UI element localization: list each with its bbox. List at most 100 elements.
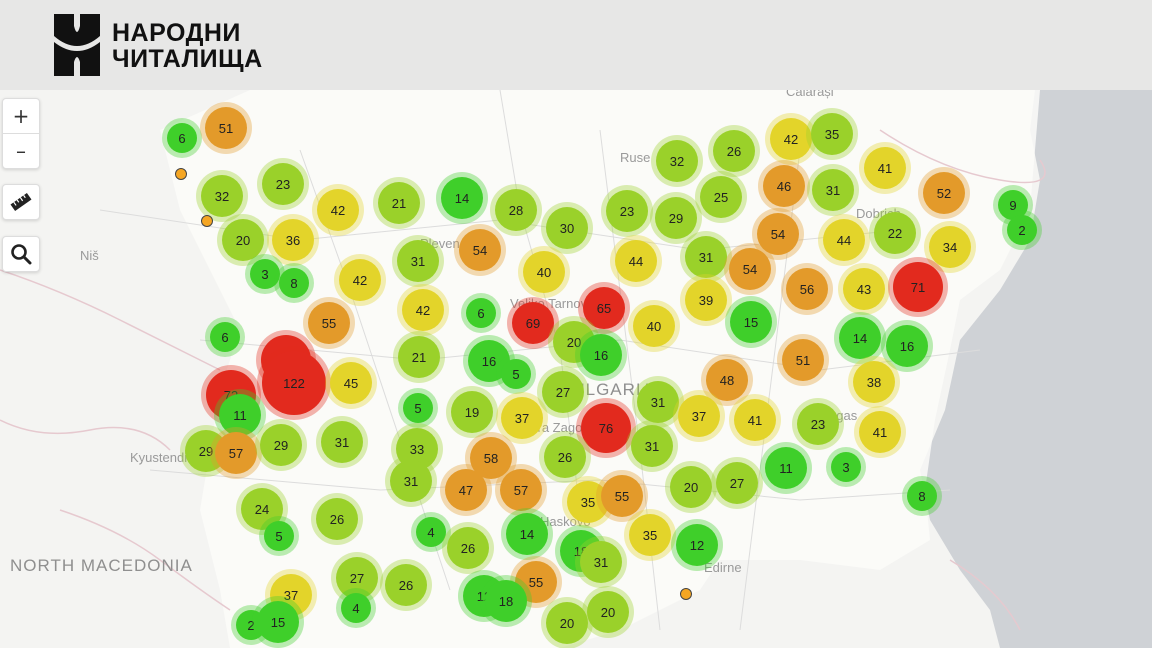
cluster-marker[interactable]: 18 [485, 580, 527, 622]
cluster-marker[interactable]: 23 [606, 190, 648, 232]
cluster-marker[interactable]: 5 [403, 393, 433, 423]
cluster-marker[interactable]: 20 [670, 466, 712, 508]
cluster-marker[interactable]: 40 [523, 251, 565, 293]
cluster-marker[interactable]: 31 [631, 425, 673, 467]
cluster-marker[interactable]: 14 [839, 317, 881, 359]
cluster-marker[interactable]: 23 [262, 163, 304, 205]
cluster-marker[interactable]: 35 [629, 514, 671, 556]
cluster-marker[interactable]: 8 [907, 481, 937, 511]
cluster-marker[interactable]: 5 [264, 521, 294, 551]
cluster-marker[interactable]: 28 [495, 189, 537, 231]
zoom-in-button[interactable]: + [3, 99, 39, 134]
cluster-marker[interactable]: 19 [451, 391, 493, 433]
cluster-marker[interactable]: 44 [823, 219, 865, 261]
cluster-marker[interactable]: 39 [685, 279, 727, 321]
cluster-marker[interactable]: 12 [676, 524, 718, 566]
cluster-marker[interactable]: 15 [730, 301, 772, 343]
cluster-marker[interactable]: 26 [316, 498, 358, 540]
cluster-marker[interactable]: 5 [501, 359, 531, 389]
cluster-marker[interactable]: 32 [656, 140, 698, 182]
cluster-marker[interactable]: 26 [713, 130, 755, 172]
cluster-marker[interactable]: 32 [201, 175, 243, 217]
cluster-marker[interactable]: 31 [812, 169, 854, 211]
cluster-marker[interactable]: 55 [308, 302, 350, 344]
cluster-marker[interactable]: 35 [811, 113, 853, 155]
cluster-marker[interactable]: 29 [260, 424, 302, 466]
cluster-marker[interactable]: 30 [546, 207, 588, 249]
cluster-marker[interactable]: 14 [441, 177, 483, 219]
cluster-marker[interactable]: 57 [215, 432, 257, 474]
cluster-marker[interactable]: 27 [542, 371, 584, 413]
cluster-marker[interactable]: 51 [782, 339, 824, 381]
cluster-marker[interactable]: 26 [447, 527, 489, 569]
cluster-marker[interactable]: 3 [831, 452, 861, 482]
cluster-marker[interactable]: 20 [222, 219, 264, 261]
poi-marker[interactable] [680, 588, 692, 600]
cluster-marker[interactable]: 20 [587, 591, 629, 633]
cluster-marker[interactable]: 54 [757, 213, 799, 255]
cluster-marker[interactable]: 15 [257, 601, 299, 643]
cluster-marker[interactable]: 54 [729, 248, 771, 290]
cluster-marker[interactable]: 51 [205, 107, 247, 149]
cluster-marker[interactable]: 34 [929, 226, 971, 268]
cluster-marker[interactable]: 37 [678, 395, 720, 437]
cluster-marker[interactable]: 22 [874, 212, 916, 254]
cluster-marker[interactable]: 45 [330, 362, 372, 404]
cluster-marker[interactable]: 42 [339, 259, 381, 301]
cluster-marker[interactable]: 31 [390, 460, 432, 502]
cluster-marker[interactable]: 21 [398, 336, 440, 378]
cluster-marker[interactable]: 4 [416, 517, 446, 547]
cluster-marker[interactable]: 57 [500, 469, 542, 511]
zoom-out-button[interactable]: – [3, 134, 39, 168]
cluster-marker[interactable]: 4 [341, 593, 371, 623]
cluster-marker[interactable]: 11 [219, 394, 261, 436]
cluster-marker[interactable]: 14 [506, 513, 548, 555]
cluster-marker[interactable]: 31 [637, 381, 679, 423]
ruler-icon[interactable] [3, 185, 39, 219]
cluster-marker[interactable]: 16 [580, 334, 622, 376]
poi-marker[interactable] [175, 168, 187, 180]
cluster-marker[interactable]: 6 [466, 298, 496, 328]
cluster-marker[interactable]: 71 [893, 262, 943, 312]
brand-logo[interactable]: НАРОДНИ ЧИТАЛИЩА [52, 12, 272, 78]
search-icon[interactable] [3, 237, 39, 271]
cluster-marker[interactable]: 69 [512, 302, 554, 344]
cluster-marker[interactable]: 42 [402, 289, 444, 331]
cluster-marker[interactable]: 52 [923, 172, 965, 214]
cluster-marker[interactable]: 27 [716, 462, 758, 504]
cluster-marker[interactable]: 55 [601, 475, 643, 517]
cluster-marker[interactable]: 38 [853, 361, 895, 403]
cluster-marker[interactable]: 37 [501, 397, 543, 439]
cluster-marker[interactable]: 25 [700, 176, 742, 218]
cluster-marker[interactable]: 122 [262, 351, 326, 415]
cluster-marker[interactable]: 47 [445, 469, 487, 511]
cluster-marker[interactable]: 41 [864, 147, 906, 189]
cluster-marker[interactable]: 76 [581, 403, 631, 453]
map-canvas[interactable]: Călărași Ruse Dobrich Niš Pleven Veliko … [0, 90, 1152, 648]
cluster-marker[interactable]: 31 [397, 240, 439, 282]
cluster-marker[interactable]: 41 [859, 411, 901, 453]
poi-marker[interactable] [201, 215, 213, 227]
cluster-marker[interactable]: 31 [321, 421, 363, 463]
cluster-marker[interactable]: 26 [385, 564, 427, 606]
cluster-marker[interactable]: 8 [279, 268, 309, 298]
cluster-marker[interactable]: 31 [580, 541, 622, 583]
cluster-marker[interactable]: 6 [167, 123, 197, 153]
cluster-marker[interactable]: 26 [544, 436, 586, 478]
cluster-marker[interactable]: 21 [378, 182, 420, 224]
cluster-marker[interactable]: 48 [706, 359, 748, 401]
cluster-marker[interactable]: 43 [843, 268, 885, 310]
cluster-marker[interactable]: 40 [633, 305, 675, 347]
cluster-marker[interactable]: 16 [886, 325, 928, 367]
cluster-marker[interactable]: 46 [763, 165, 805, 207]
cluster-marker[interactable]: 56 [786, 268, 828, 310]
cluster-marker[interactable]: 3 [250, 259, 280, 289]
cluster-marker[interactable]: 11 [765, 447, 807, 489]
cluster-marker[interactable]: 2 [1007, 215, 1037, 245]
cluster-marker[interactable]: 44 [615, 240, 657, 282]
cluster-marker[interactable]: 20 [546, 602, 588, 644]
cluster-marker[interactable]: 23 [797, 403, 839, 445]
cluster-marker[interactable]: 42 [317, 189, 359, 231]
cluster-marker[interactable]: 6 [210, 322, 240, 352]
cluster-marker[interactable]: 36 [272, 219, 314, 261]
